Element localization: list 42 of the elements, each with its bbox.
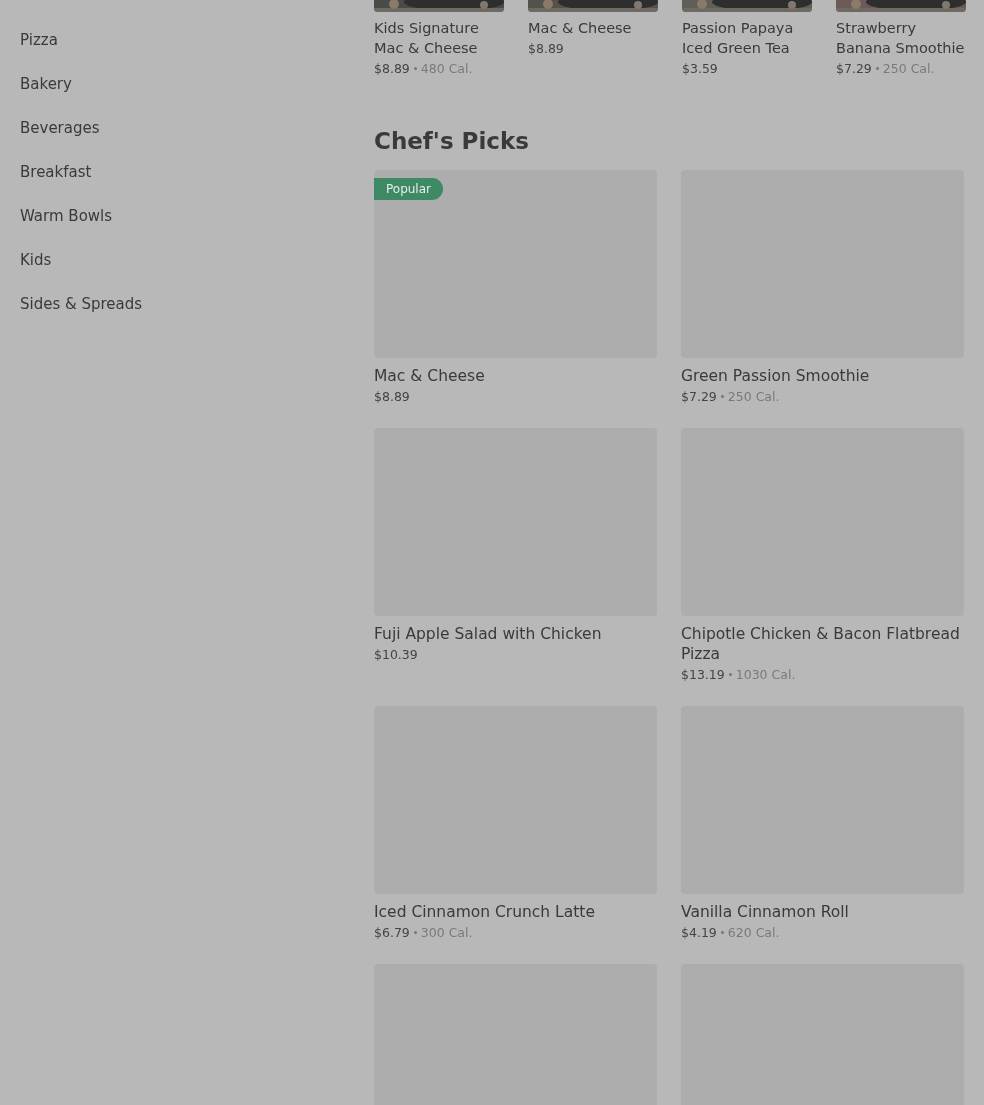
item-name[interactable]: Mac & Cheese <box>374 366 657 386</box>
item-name[interactable]: Kids Signature Mac & Cheese <box>374 18 504 58</box>
separator-dot-icon <box>413 931 417 934</box>
price: $10.39 <box>374 647 418 662</box>
popular-badge: Popular <box>374 178 443 200</box>
sidebar-item[interactable]: Bakery <box>0 74 374 118</box>
price: $3.59 <box>682 61 718 76</box>
sidebar-item[interactable]: Sides & Spreads <box>0 294 374 338</box>
image-placeholder[interactable] <box>374 170 657 358</box>
separator-dot-icon <box>413 67 417 70</box>
calories: 620 Cal. <box>727 925 780 940</box>
sidebar-item[interactable]: Breakfast <box>0 162 374 206</box>
price: $7.29 <box>836 61 872 76</box>
calories: 480 Cal. <box>420 61 473 76</box>
item-name[interactable]: Passion Papaya Iced Green Tea <box>682 18 812 58</box>
item-name[interactable]: Vanilla Cinnamon Roll <box>681 902 964 922</box>
separator-dot-icon <box>728 673 732 676</box>
price: $6.79 <box>374 925 410 940</box>
item-name[interactable]: Mac & Cheese <box>528 18 658 38</box>
price: $7.29 <box>681 389 717 404</box>
price: $8.89 <box>374 389 410 404</box>
section-heading: Chef's Picks <box>374 128 530 154</box>
calories: 300 Cal. <box>420 925 473 940</box>
calories: 250 Cal. <box>727 389 780 404</box>
price: $8.89 <box>374 61 410 76</box>
separator-dot-icon <box>720 395 724 398</box>
price: $13.19 <box>681 667 725 682</box>
calories: 1030 Cal. <box>735 667 796 682</box>
item-name[interactable]: Iced Cinnamon Crunch Latte <box>374 902 657 922</box>
sidebar-item[interactable]: Kids <box>0 250 374 294</box>
calories: 250 Cal. <box>882 61 935 76</box>
item-name[interactable]: Fuji Apple Salad with Chicken <box>374 624 657 644</box>
item-name[interactable]: Strawberry Banana Smoothie <box>836 18 966 58</box>
separator-dot-icon <box>875 67 879 70</box>
item-name[interactable]: Green Passion Smoothie <box>681 366 964 386</box>
sidebar-item[interactable]: Warm Bowls <box>0 206 374 250</box>
sidebar-item[interactable]: Pizza <box>0 30 374 74</box>
price: $4.19 <box>681 925 717 940</box>
separator-dot-icon <box>720 931 724 934</box>
item-name[interactable]: Chipotle Chicken & Bacon Flatbread Pizza <box>681 624 964 664</box>
sidebar-item[interactable]: Beverages <box>0 118 374 162</box>
price: $8.89 <box>528 41 564 56</box>
